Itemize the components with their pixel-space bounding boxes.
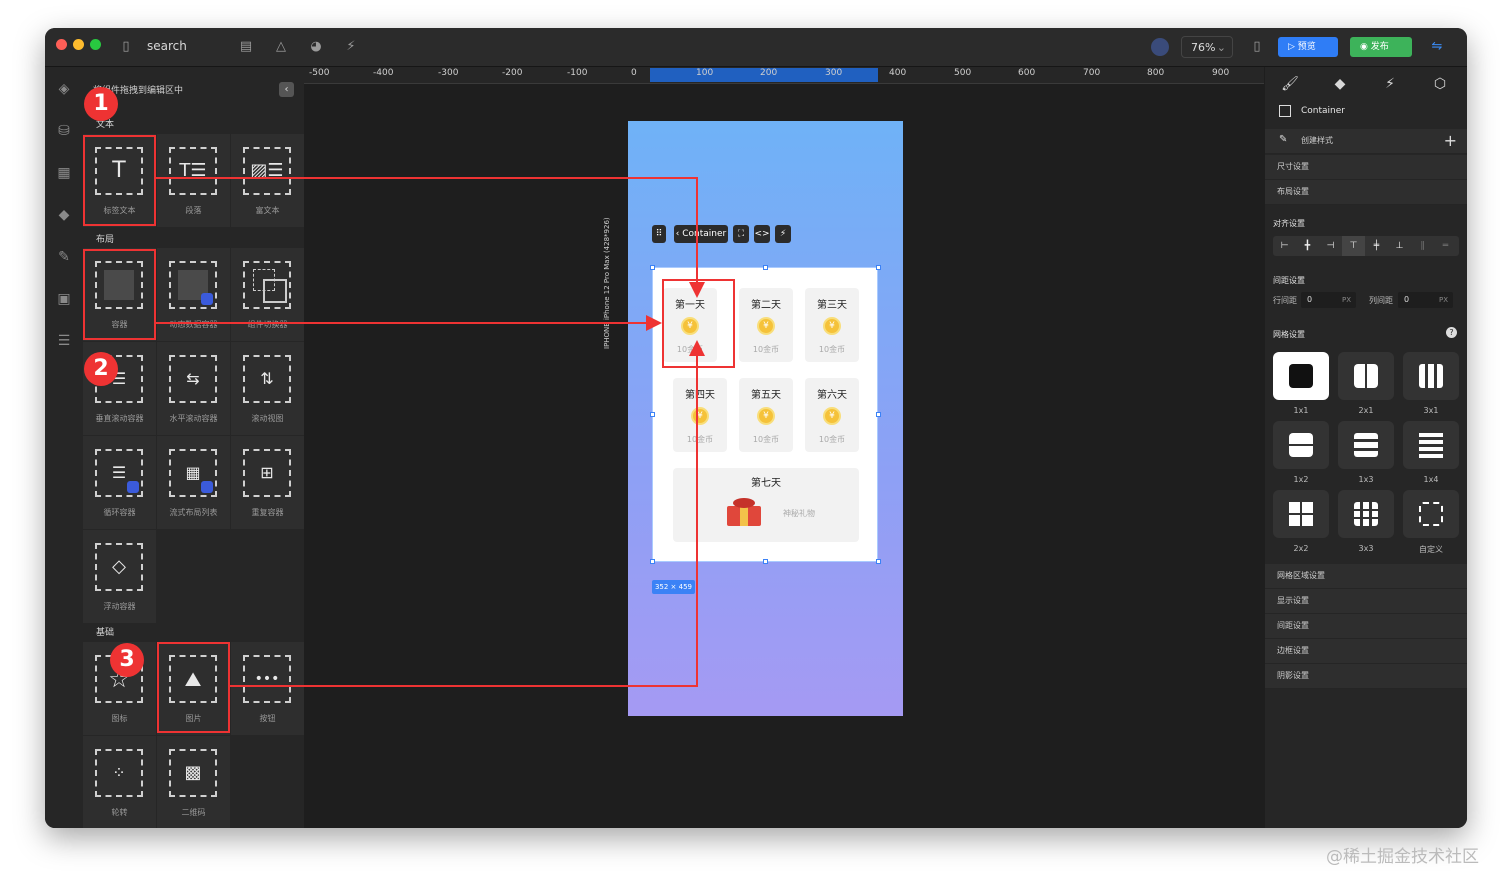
- step-badge-1: 1: [84, 87, 118, 121]
- step-badge-2: 2: [84, 352, 118, 386]
- arrow-image-to-canvas: [230, 340, 705, 687]
- annotation-arrows: [156, 177, 705, 687]
- arrow-text-to-canvas: [156, 177, 705, 298]
- step-badge-3: 3: [110, 643, 144, 677]
- watermark: @稀土掘金技术社区: [1326, 847, 1479, 867]
